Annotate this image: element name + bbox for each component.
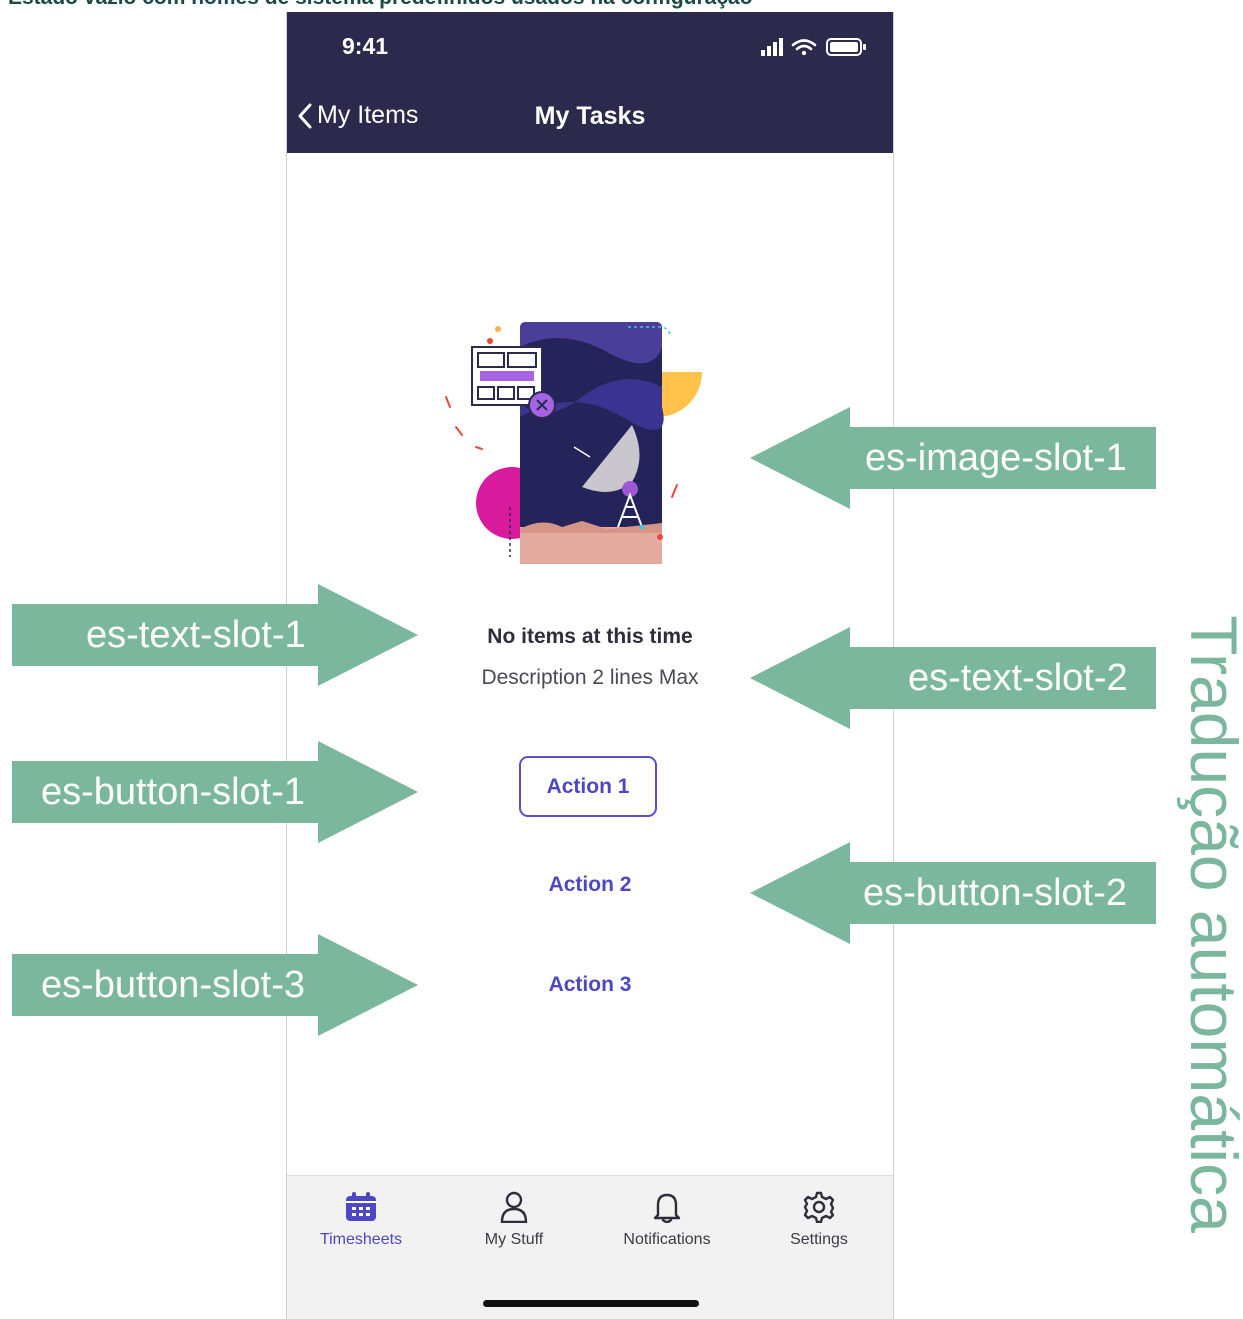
annotation-arrow-button-slot-2: es-button-slot-2 [750, 842, 1156, 944]
tab-my-stuff[interactable]: My Stuff [444, 1191, 584, 1249]
tab-label: My Stuff [484, 1231, 544, 1248]
annotation-arrow-button-slot-1: es-button-slot-1 [12, 741, 418, 843]
page-title: My Tasks [534, 102, 646, 130]
gear-icon [803, 1191, 835, 1223]
tab-bar: Timesheets My Stuff Notifications Settin… [287, 1175, 893, 1319]
battery-icon [826, 38, 866, 56]
annotation-arrow-text-slot-1: es-text-slot-1 [12, 584, 418, 686]
annotation-label: es-image-slot-1 [865, 436, 1127, 479]
tab-notifications[interactable]: Notifications [597, 1191, 737, 1249]
annotation-label: es-button-slot-3 [41, 963, 306, 1006]
header-bar: 9:41 My Items My Tasks [287, 12, 893, 153]
signal-icon [761, 38, 783, 56]
tab-label: Settings [790, 1231, 848, 1248]
annotation-arrow-image-slot: es-image-slot-1 [750, 407, 1156, 509]
empty-state-illustration [445, 322, 702, 564]
bell-icon [653, 1193, 681, 1223]
tab-label: Timesheets [319, 1231, 403, 1248]
annotation-label: es-text-slot-2 [908, 656, 1128, 699]
annotation-arrow-text-slot-2: es-text-slot-2 [750, 627, 1156, 729]
status-time: 9:41 [342, 33, 389, 59]
action-1-button[interactable]: Action 1 [519, 756, 657, 817]
tab-timesheets[interactable]: Timesheets [291, 1191, 431, 1249]
annotation-label: es-button-slot-2 [863, 871, 1128, 914]
annotation-label: es-button-slot-1 [41, 770, 306, 813]
tab-settings[interactable]: Settings [749, 1191, 889, 1249]
page-caption: Estado vazio com nomes de sistema predef… [8, 0, 753, 10]
wifi-icon [791, 39, 817, 56]
tab-label: Notifications [623, 1231, 711, 1248]
status-icons [761, 38, 866, 56]
person-icon [500, 1191, 528, 1223]
home-indicator [483, 1300, 699, 1307]
calendar-icon [346, 1192, 376, 1221]
annotation-label: es-text-slot-1 [86, 613, 306, 656]
side-note: Tradução automática [1177, 615, 1243, 1233]
annotation-arrow-button-slot-3: es-button-slot-3 [12, 934, 418, 1036]
